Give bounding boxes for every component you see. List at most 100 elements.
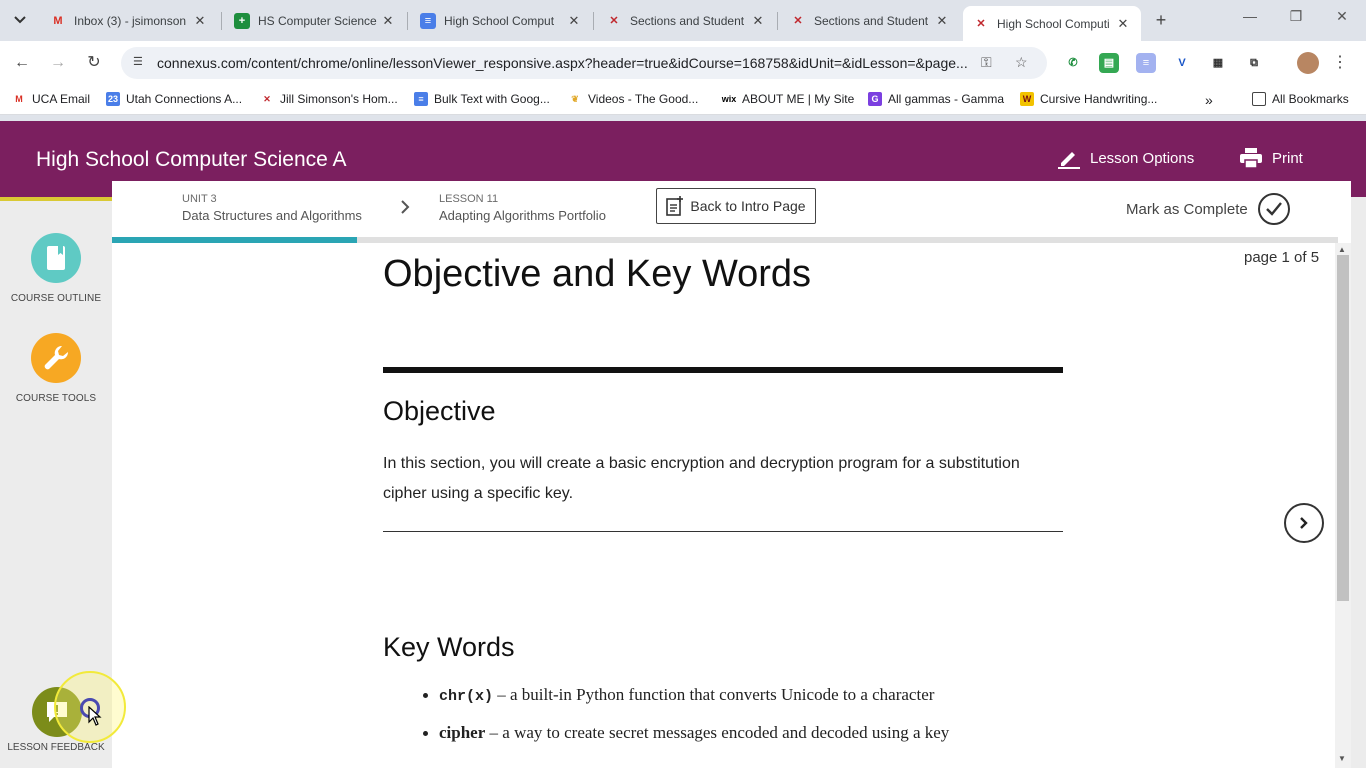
scroll-up-icon[interactable]: ▲ (1338, 245, 1346, 254)
arrow-left-icon: ← (14, 54, 30, 71)
breadcrumb: UNIT 3 Data Structures and Algorithms LE… (112, 181, 1351, 237)
connexus-icon: ✕ (976, 18, 986, 30)
bookmark-item[interactable]: ≡ Bulk Text with Goog... (414, 92, 550, 106)
close-tab-icon[interactable]: ✕ (380, 13, 396, 29)
sheets-icon: + (234, 12, 250, 29)
bookmark-item[interactable]: ✕ Jill Simonson's Hom... (260, 92, 397, 106)
breadcrumb-unit[interactable]: UNIT 3 Data Structures and Algorithms (182, 193, 362, 223)
restore-icon: ❐ (1289, 8, 1303, 24)
qr-extension-icon[interactable]: ▦ (1208, 53, 1228, 73)
mark-complete-button[interactable]: Mark as Complete (1126, 193, 1290, 225)
gmail-icon: M (15, 94, 23, 104)
course-tools-button[interactable]: COURSE TOOLS (0, 333, 112, 404)
browser-toolbar: ← → ↻ ☰ connexus.com/content/chrome/onli… (0, 41, 1366, 85)
minimize-icon: — (1243, 8, 1257, 24)
url-text[interactable]: connexus.com/content/chrome/online/lesso… (157, 55, 987, 71)
close-tab-icon[interactable]: ✕ (934, 13, 950, 29)
browser-tab[interactable]: ≡ High School Comput ✕ (410, 6, 592, 35)
browser-menu-icon[interactable]: ⋮ (1330, 52, 1350, 72)
back-button[interactable]: ← (10, 51, 34, 75)
connexus-icon: ✕ (263, 93, 271, 104)
chat-extension-icon[interactable]: ≡ (1136, 53, 1156, 73)
profile-avatar[interactable] (1297, 52, 1319, 74)
back-to-intro-button[interactable]: Back to Intro Page (656, 188, 816, 224)
v-extension-icon[interactable]: V (1172, 53, 1192, 73)
phone-extension-icon[interactable]: ✆ (1063, 53, 1083, 73)
docs-icon: ≡ (420, 12, 436, 29)
list-item: cipher – a way to create secret messages… (423, 723, 1079, 743)
connexus-icon: ✕ (793, 15, 803, 27)
chevron-down-icon (14, 16, 26, 24)
sheets-extension-icon[interactable]: ▤ (1099, 53, 1119, 73)
reload-button[interactable]: ↻ (82, 51, 106, 75)
lesson-progress-fill (112, 237, 358, 243)
accent-stripe (0, 197, 112, 201)
bookmark-item[interactable]: ❦ Videos - The Good... (568, 92, 698, 106)
close-tab-icon[interactable]: ✕ (1115, 16, 1131, 32)
bookmark-item[interactable]: wix ABOUT ME | My Site (721, 92, 855, 106)
close-tab-icon[interactable]: ✕ (192, 13, 208, 29)
more-bookmarks-button[interactable]: » (1205, 92, 1213, 108)
document-plus-icon (666, 196, 684, 216)
browser-tab[interactable]: ✕ Sections and Student ✕ (780, 6, 960, 35)
lesson-body: Objective and Key Words Objective In thi… (383, 253, 1063, 662)
folder-icon (1252, 92, 1266, 106)
lesson-viewer-page: High School Computer Science A Lesson Op… (0, 121, 1366, 768)
reload-icon: ↻ (87, 54, 101, 71)
bookmark-item[interactable]: W Cursive Handwriting... (1020, 92, 1157, 106)
chevron-right-icon (1300, 517, 1308, 529)
bookmarks-bar: M UCA Email 23 Utah Connections A... ✕ J… (0, 85, 1366, 115)
connexus-icon: ✕ (609, 15, 619, 27)
wix-icon: wix (721, 94, 737, 104)
forward-button[interactable]: → (46, 51, 70, 75)
page-title: Objective and Key Words (383, 253, 812, 295)
puzzle-icon[interactable]: ⧉ (1244, 53, 1264, 73)
lesson-feedback-label: LESSON FEEDBACK (7, 742, 105, 753)
minimize-button[interactable]: — (1236, 8, 1264, 24)
close-tab-icon[interactable]: ✕ (566, 13, 582, 29)
bookmark-item[interactable]: G All gammas - Gamma (868, 92, 1004, 106)
breadcrumb-lesson[interactable]: LESSON 11 Adapting Algorithms Portfolio (439, 193, 606, 223)
browser-tab[interactable]: ✕ Sections and Student ✕ (596, 6, 776, 35)
keywords-list: chr(x) – a built-in Python function that… (423, 685, 1079, 761)
scrollbar-thumb[interactable] (1337, 255, 1349, 601)
gamma-icon: G (868, 92, 882, 106)
objective-text: In this section, you will create a basic… (383, 455, 1020, 502)
docs-icon: ≡ (414, 92, 428, 106)
lesson-options-button[interactable]: Lesson Options (1058, 147, 1194, 169)
restore-button[interactable]: ❐ (1282, 8, 1310, 25)
next-page-button[interactable] (1284, 503, 1324, 543)
key-icon[interactable]: ⚿ (981, 54, 992, 71)
print-button[interactable]: Print (1240, 147, 1303, 169)
close-window-button[interactable]: ✕ (1328, 8, 1356, 25)
close-icon: ✕ (1336, 8, 1348, 24)
section-divider (383, 531, 1063, 532)
course-outline-button[interactable]: COURSE OUTLINE (0, 233, 112, 304)
all-bookmarks-button[interactable]: All Bookmarks (1252, 92, 1349, 106)
chevron-right-icon (400, 199, 410, 220)
section-divider (383, 367, 1063, 373)
new-tab-button[interactable]: + (1150, 9, 1172, 31)
list-item: chr(x) – a built-in Python function that… (423, 685, 1079, 705)
w-icon: W (1020, 92, 1034, 106)
browser-tab[interactable]: + HS Computer Science ✕ (224, 6, 406, 35)
bookmark-item[interactable]: M UCA Email (12, 92, 90, 106)
gmail-icon: M (53, 14, 63, 27)
browser-tab[interactable]: M Inbox (3) - jsimonson ✕ (40, 6, 218, 35)
scroll-down-icon[interactable]: ▼ (1338, 754, 1346, 763)
site-info-icon[interactable]: ☰ (133, 55, 149, 71)
content-scrollbar[interactable]: ▲ ▼ (1335, 243, 1351, 768)
checkmark-icon (1257, 193, 1290, 225)
star-icon[interactable]: ☆ (1015, 54, 1028, 71)
wrench-icon (31, 333, 81, 383)
printer-icon (1240, 147, 1262, 169)
browser-tab-active[interactable]: ✕ High School Computi ✕ (963, 6, 1141, 41)
tab-search-button[interactable] (6, 7, 34, 33)
address-bar[interactable]: ☰ connexus.com/content/chrome/online/les… (121, 47, 1047, 79)
browser-tab-strip: M Inbox (3) - jsimonson ✕ + HS Computer … (0, 0, 1366, 41)
objective-heading: Objective (383, 396, 496, 426)
bookmark-item[interactable]: 23 Utah Connections A... (106, 92, 242, 106)
close-tab-icon[interactable]: ✕ (750, 13, 766, 29)
keyword-definition: – a way to create secret messages encode… (485, 723, 950, 742)
page-counter: page 1 of 5 (1244, 249, 1320, 266)
